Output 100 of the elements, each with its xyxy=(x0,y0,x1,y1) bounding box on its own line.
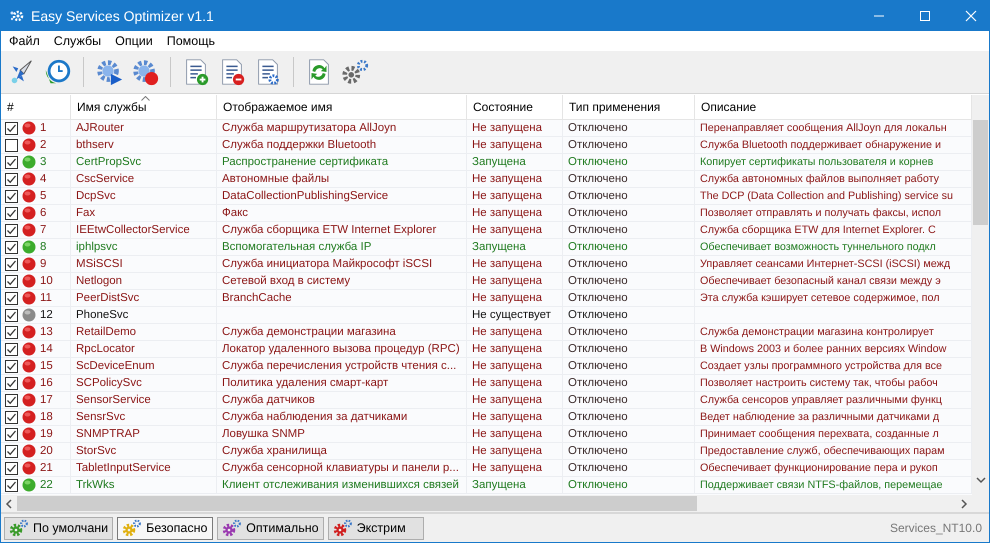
column-header[interactable]: # xyxy=(1,95,71,119)
column-header[interactable]: Состояние xyxy=(467,95,563,119)
checkbox[interactable] xyxy=(5,292,18,304)
table-row[interactable]: 9 MSiSCSI Служба инициатора Майкрософт iSCSI Не запущена Отключено Управляет сеансами Интернет-SCSI (iSCSI) межд xyxy=(1,256,972,273)
row-number: 14 xyxy=(40,342,53,356)
scroll-down-icon[interactable] xyxy=(976,476,986,484)
table-cell: Отключено xyxy=(568,478,628,492)
table-row[interactable]: 19 SNMPTRAP Ловушка SNMP Не запущена Отключено Принимает сообщения перехвата, созданные л xyxy=(1,426,972,443)
table-cell: Не запущена xyxy=(472,222,542,238)
scrollbar-thumb[interactable] xyxy=(17,496,697,511)
checkbox[interactable] xyxy=(5,122,18,134)
table-row[interactable]: 18 SensrSvc Служба наблюдения за датчиками Не запущена Отключено Ведет наблюдение за различными датчиками д xyxy=(1,409,972,426)
table-cell: Не запущена xyxy=(472,172,542,186)
scroll-left-icon[interactable] xyxy=(5,498,13,508)
scrollbar-thumb[interactable] xyxy=(973,120,988,225)
table-cell: В Windows 2003 и более ранних версиях Window xyxy=(700,342,946,356)
row-number: 15 xyxy=(40,358,53,374)
table-cell: Отключено xyxy=(568,426,628,442)
table-cell: SensorService xyxy=(76,392,151,408)
table-cell: TabletInputService xyxy=(76,460,171,476)
checkbox[interactable] xyxy=(5,410,18,424)
table-cell: Отключено xyxy=(568,206,628,220)
table-cell: Не запущена xyxy=(472,460,542,476)
checkbox[interactable] xyxy=(5,138,18,152)
status-dot-icon xyxy=(22,189,36,203)
menu-item[interactable]: Файл xyxy=(9,34,40,48)
column-header[interactable]: Тип применения xyxy=(563,95,695,119)
table-cell: Отключено xyxy=(568,138,628,152)
status-dot-icon xyxy=(22,223,36,237)
status-dot-icon xyxy=(22,461,36,475)
table-cell: SensrSvc xyxy=(76,410,126,424)
checkbox[interactable] xyxy=(5,206,18,220)
table-cell: MSiSCSI xyxy=(76,256,123,272)
table-row[interactable]: 10 Netlogon Сетевой вход в систему Не запущена Отключено Обеспечивает безопасный канал связи между э xyxy=(1,273,972,290)
table-row[interactable]: 3 CertPropSvc Распространение сертификата Запущена Отключено Копирует сертификаты пользователя и корнев xyxy=(1,154,972,171)
checkbox[interactable] xyxy=(5,342,18,356)
checkbox[interactable] xyxy=(5,274,18,288)
checkbox[interactable] xyxy=(5,224,18,236)
table-cell: Служба сборщика ETW Internet Explorer xyxy=(222,222,436,238)
table-row[interactable]: 11 PeerDistSvc BranchCache Не запущена Отключено Эта служба кэширует сетевое содержимое, пол xyxy=(1,290,972,307)
table-cell: CertPropSvc xyxy=(76,154,142,170)
table-cell: BranchCache xyxy=(222,290,292,306)
table-row[interactable]: 8 iphlpsvc Вспомогательная служба IP Запущена Отключено Обеспечивает возможность туннельного подкл xyxy=(1,239,972,256)
table-cell: Отключено xyxy=(568,460,628,476)
checkbox[interactable] xyxy=(5,360,18,372)
column-header[interactable]: Отображаемое имя xyxy=(217,95,467,119)
checkbox[interactable] xyxy=(5,376,18,390)
table-cell: Не запущена xyxy=(472,290,542,306)
profile-tab[interactable]: Экстрим xyxy=(328,516,424,540)
checkbox[interactable] xyxy=(5,462,18,474)
row-number: 18 xyxy=(40,410,53,424)
table-row[interactable]: 13 RetailDemo Служба демонстрации магазина Не запущена Отключено Служба демонстрации магазина контролирует xyxy=(1,324,972,341)
table-cell: Не запущена xyxy=(472,188,542,204)
table-row[interactable]: 1 AJRouter Служба маршрутизатора AllJoyn Не запущена Отключено Перенаправляет сообщения AllJoyn для локальн xyxy=(1,120,972,137)
table-row[interactable]: 14 RpcLocator Локатор удаленного вызова процедур (RPC) Не запущена Отключено В Windows 2003 и более ранних версиях Window xyxy=(1,341,972,358)
menu-item[interactable]: Опции xyxy=(115,34,153,48)
table-row[interactable]: 21 TabletInputService Служба сенсорной клавиатуры и панели р... Не запущена Отключено Обеспечивает функционирование пера и рукоп xyxy=(1,460,972,477)
table-row[interactable]: 7 IEEtwCollectorService Служба сборщика ETW Internet Explorer Не запущена Отключено Служба сборщика ETW для Internet Explorer. С xyxy=(1,222,972,239)
maximize-icon[interactable] xyxy=(919,10,931,22)
profile-tab[interactable]: Оптимально xyxy=(217,516,324,540)
table-row[interactable]: 22 TrkWks Клиент отслеживания изменившихся связей Запущена Отключено Поддерживает связи NTFS-файлов, перемещае xyxy=(1,477,972,494)
profile-tab[interactable]: По умолчани xyxy=(4,516,114,540)
close-icon[interactable] xyxy=(965,10,977,22)
table-cell: Отключено xyxy=(568,444,628,458)
table-row[interactable]: 17 SensorService Служба датчиков Не запущена Отключено Служба сенсоров управляет различными функц xyxy=(1,392,972,409)
checkbox[interactable] xyxy=(5,156,18,168)
table-row[interactable]: 4 CscService Автономные файлы Не запущена Отключено Служба автономных файлов выполняет работу xyxy=(1,171,972,188)
table-cell: Служба сенсоров управляет различными функц xyxy=(700,392,942,408)
checkbox[interactable] xyxy=(5,478,18,492)
horizontal-scrollbar[interactable] xyxy=(1,495,972,512)
status-dot-icon xyxy=(22,206,36,220)
profile-tab[interactable]: Безопасно xyxy=(117,516,214,540)
row-number: 22 xyxy=(40,478,53,492)
table-row[interactable]: 12 PhoneSvc Не существует Отключено xyxy=(1,307,972,324)
checkbox[interactable] xyxy=(5,394,18,406)
checkbox[interactable] xyxy=(5,172,18,186)
table-row[interactable]: 2 bthserv Служба поддержки Bluetooth Не запущена Отключено Служба Bluetooth поддерживает обнаружение и xyxy=(1,137,972,154)
menu-item[interactable]: Помощь xyxy=(166,34,215,48)
checkbox[interactable] xyxy=(5,444,18,458)
table-row[interactable]: 16 SCPolicySvc Политика удаления смарт-карт Не запущена Отключено Позволяет настроить систему так, чтобы рабоч xyxy=(1,375,972,392)
checkbox[interactable] xyxy=(5,190,18,202)
vertical-scrollbar[interactable] xyxy=(972,95,989,512)
table-cell: Отключено xyxy=(568,342,628,356)
checkbox[interactable] xyxy=(5,240,18,254)
checkbox[interactable] xyxy=(5,308,18,322)
checkbox[interactable] xyxy=(5,326,18,338)
table-cell: Обеспечивает безопасный канал связи между э xyxy=(700,274,941,288)
table-cell: Не запущена xyxy=(472,358,542,374)
table-cell: Служба сборщика ETW для Internet Explorer. С xyxy=(700,222,936,238)
table-row[interactable]: 6 Fax Факс Не запущена Отключено Позволяет отправлять и получать факсы, испол xyxy=(1,205,972,222)
table-row[interactable]: 5 DcpSvc DataCollectionPublishingService Не запущена Отключено The DCP (Data Collection and Publishing) service su xyxy=(1,188,972,205)
scroll-right-icon[interactable] xyxy=(960,498,968,508)
table-cell: Отключено xyxy=(568,274,628,288)
checkbox[interactable] xyxy=(5,258,18,270)
table-row[interactable]: 15 ScDeviceEnum Служба перечисления устройств чтения с... Не запущена Отключено Создает узлы программного устройства для все xyxy=(1,358,972,375)
checkbox[interactable] xyxy=(5,428,18,440)
menu-item[interactable]: Службы xyxy=(54,34,102,48)
table-cell: Локатор удаленного вызова процедур (RPC) xyxy=(222,342,460,356)
table-row[interactable]: 20 StorSvc Служба хранилища Не запущена Отключено Предоставление служб, обеспечивающих парам xyxy=(1,443,972,460)
column-header[interactable]: Имя службы xyxy=(71,95,217,119)
